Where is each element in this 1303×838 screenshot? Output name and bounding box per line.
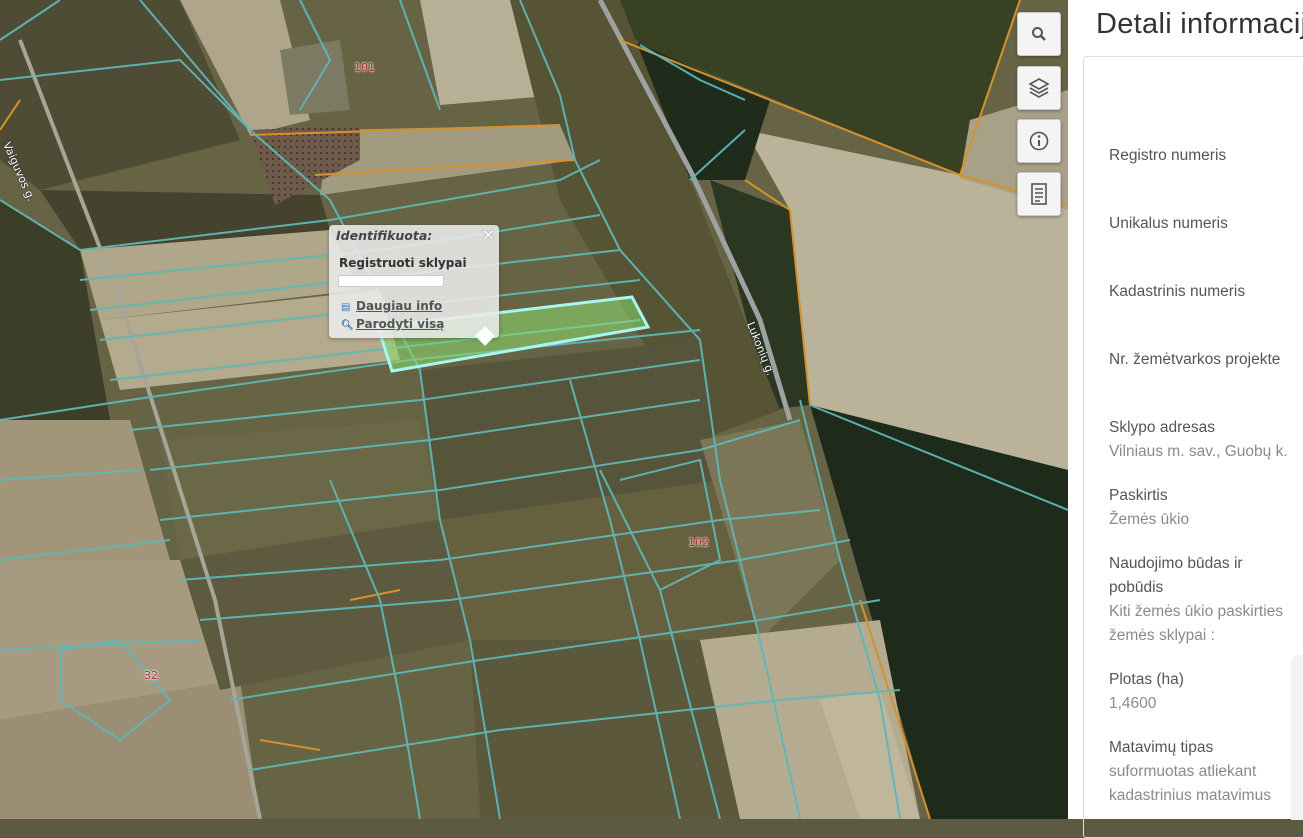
- panel-title: Detali informacija: [1096, 8, 1303, 40]
- field-label-registro-numeris: Registro numeris: [1109, 147, 1227, 164]
- info-button[interactable]: [1017, 119, 1061, 163]
- field-value-naudojimo-budas: Kiti žemės ūkio paskirties: [1109, 603, 1284, 620]
- search-button[interactable]: [1017, 12, 1061, 56]
- info-icon: [1029, 131, 1049, 151]
- layers-icon: [1028, 78, 1050, 98]
- legend-button[interactable]: [1017, 172, 1061, 216]
- field-value-matavimu-tipas-line2: kadastrinius matavimus: [1109, 787, 1271, 804]
- lot-number: 101: [354, 61, 375, 74]
- more-info-label: Daugiau info: [356, 299, 443, 313]
- field-label-paskirtis: Paskirtis: [1109, 487, 1168, 504]
- field-label-nr-zemetvarkos: Nr. žemėtvarkos projekte: [1109, 351, 1281, 368]
- popup-title: Identifikuota:: [336, 228, 433, 243]
- popup-close-button[interactable]: ×: [482, 225, 495, 244]
- map-view[interactable]: Vaiguvos g. Lukonių g. 101 102 32 Identi…: [0, 0, 1068, 819]
- show-all-link[interactable]: 🔍︎ Parodyti visą: [341, 317, 444, 331]
- layers-button[interactable]: [1017, 66, 1061, 110]
- field-label-matavimu-tipas: Matavimų tipas: [1109, 739, 1214, 756]
- more-info-link[interactable]: ▤ Daugiau info: [341, 299, 442, 313]
- document-icon: ▤: [341, 302, 351, 313]
- popup-result-bar: [338, 275, 444, 287]
- document-icon: [1031, 183, 1047, 205]
- field-value-matavimu-tipas: suformuotas atliekant: [1109, 763, 1257, 780]
- field-label-naudojimo-budas-line2: pobūdis: [1109, 579, 1164, 596]
- field-label-sklypo-adresas: Sklypo adresas: [1109, 419, 1215, 436]
- field-label-plotas: Plotas (ha): [1109, 671, 1184, 688]
- field-value-sklypo-adresas: Vilniaus m. sav., Guobų k.: [1109, 443, 1288, 460]
- identify-popup: Identifikuota: × Registruoti sklypai ▤ Da…: [329, 225, 499, 346]
- panel-scrollbar[interactable]: [1291, 655, 1303, 820]
- field-label-naudojimo-budas: Naudojimo būdas ir: [1109, 555, 1243, 572]
- search-icon: [1032, 27, 1046, 41]
- aerial-imagery: [0, 0, 1068, 819]
- lot-number: 102: [688, 536, 709, 549]
- lot-number: 32: [144, 669, 158, 682]
- field-label-kadastrinis-numeris: Kadastrinis numeris: [1109, 283, 1246, 300]
- field-value-plotas: 1,4600: [1109, 695, 1157, 712]
- magnifier-icon: 🔍︎: [341, 320, 354, 331]
- show-all-label: Parodyti visą: [356, 317, 445, 331]
- detail-panel: Detali informacija Registro numeris Unik…: [1068, 0, 1303, 838]
- popup-layer-name: Registruoti sklypai: [339, 256, 467, 270]
- field-value-naudojimo-budas-line2: žemės sklypai :: [1109, 627, 1215, 644]
- field-label-unikalus-numeris: Unikalus numeris: [1109, 215, 1228, 232]
- field-value-paskirtis: Žemės ūkio: [1109, 511, 1190, 528]
